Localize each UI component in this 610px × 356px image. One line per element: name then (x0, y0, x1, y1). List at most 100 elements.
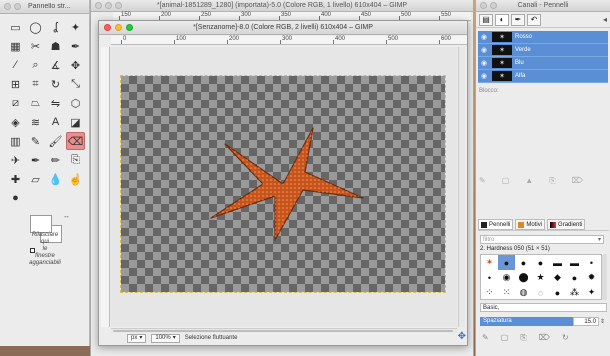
text-icon[interactable]: A (46, 113, 65, 131)
paintbrush-icon[interactable]: 🖌 (46, 132, 65, 150)
unit-select[interactable]: px ▾ (127, 333, 147, 343)
warp-icon[interactable]: ≋ (26, 113, 45, 131)
perspective-clone-icon[interactable]: ⏥ (26, 170, 45, 188)
channels-tab-icon[interactable]: ◐ (495, 13, 509, 26)
brush-item[interactable]: ◆ (549, 270, 566, 285)
image-vertical-ruler[interactable] (101, 47, 110, 327)
brush-item[interactable]: ★ (532, 270, 549, 285)
channel-row[interactable]: ◉ ✶ Blu (478, 57, 608, 70)
spin-icon[interactable]: ⇕ (599, 318, 606, 325)
foreground-color-swatch[interactable] (30, 215, 52, 233)
edit-brush-icon[interactable]: ✎ (482, 333, 489, 343)
mypaint-brush-icon[interactable]: ✏ (46, 151, 65, 169)
move-icon[interactable]: ✥ (66, 56, 85, 74)
new-channel-icon[interactable]: ▢ (502, 176, 510, 186)
canvas[interactable] (111, 47, 457, 327)
transparent-layer[interactable] (120, 75, 446, 293)
brush-item[interactable]: ◍ (515, 285, 532, 300)
brush-item[interactable]: • (481, 270, 498, 285)
undo-tab-icon[interactable]: ↶ (527, 13, 541, 26)
brush-item[interactable]: ▬ (566, 255, 583, 270)
tab-gradients[interactable]: Gradienti (547, 219, 586, 230)
brush-item[interactable]: ✶ (481, 255, 498, 270)
visibility-eye-icon[interactable]: ◉ (481, 72, 489, 80)
heal-icon[interactable]: ✚ (6, 170, 25, 188)
navigate-icon[interactable]: ✥ (458, 331, 466, 342)
brush-scrollbar[interactable] (602, 254, 607, 300)
shear-icon[interactable]: ⧄ (6, 94, 25, 112)
foreground-select-icon[interactable]: ☗ (46, 37, 65, 55)
brush-item[interactable]: ✦ (583, 285, 600, 300)
layers-tab-icon[interactable]: ▤ (479, 13, 493, 26)
dodge-burn-icon[interactable]: ● (6, 189, 25, 207)
paths-tab-icon[interactable]: ✒ (511, 13, 525, 26)
brush-item[interactable]: ▬ (549, 255, 566, 270)
brush-item[interactable]: ⬤ (515, 270, 532, 285)
image-horizontal-ruler[interactable]: 0 100 200 300 400 500 600 (111, 36, 467, 45)
spacing-value[interactable]: 15.0 (573, 316, 599, 326)
cage-icon[interactable]: ⬡ (66, 94, 85, 112)
color-picker-icon[interactable]: ⁄ (6, 56, 25, 74)
align-icon[interactable]: ⊞ (6, 75, 25, 93)
brush-item[interactable]: ⁂ (566, 285, 583, 300)
rect-select-icon[interactable]: ▭ (6, 18, 25, 36)
refresh-brushes-icon[interactable]: ↻ (562, 333, 569, 343)
channel-row[interactable]: ◉ ✶ Verde (478, 44, 608, 57)
flip-icon[interactable]: ⇋ (46, 94, 65, 112)
tab-menu-icon[interactable]: ◂ (603, 15, 607, 24)
brush-item[interactable]: ● (515, 255, 532, 270)
new-brush-icon[interactable]: ▢ (501, 333, 509, 343)
swap-colors-icon[interactable]: ↔ (63, 213, 70, 220)
brush-tag-filter[interactable]: filtro ▾ (480, 235, 604, 244)
minimize-button[interactable] (14, 3, 21, 10)
brush-item[interactable]: ● (532, 255, 549, 270)
spacing-control[interactable]: Spaziatura 15.0 ⇕ (480, 316, 606, 326)
pencil-icon[interactable]: ✎ (26, 132, 45, 150)
brush-item[interactable]: ⁘ (481, 285, 498, 300)
brush-item[interactable]: ⁙ (498, 285, 515, 300)
visibility-eye-icon[interactable]: ◉ (481, 33, 489, 41)
airbrush-icon[interactable]: ✈ (6, 151, 25, 169)
close-button[interactable] (4, 3, 11, 10)
brush-item[interactable]: ● (566, 270, 583, 285)
channel-row[interactable]: ◉ ✶ Alfa (478, 70, 608, 83)
smudge-icon[interactable]: ☝ (66, 170, 85, 188)
delete-brush-icon[interactable]: ⌦ (539, 333, 550, 343)
rotate-icon[interactable]: ↻ (46, 75, 65, 93)
brush-item[interactable]: ◌ (532, 285, 549, 300)
measure-icon[interactable]: ∡ (46, 56, 65, 74)
duplicate-brush-icon[interactable]: ⎘ (520, 333, 526, 343)
zoom-icon[interactable]: ⌕ (26, 56, 45, 74)
bucket-fill-icon[interactable]: ◪ (66, 113, 85, 131)
duplicate-channel-icon[interactable]: ⎘ (549, 176, 555, 186)
channel-row[interactable]: ◉ ✶ Rosso (478, 31, 608, 44)
ink-icon[interactable]: ✒ (26, 151, 45, 169)
raise-channel-icon[interactable]: ▲ (525, 176, 533, 186)
tab-patterns[interactable]: Motivi (515, 219, 546, 230)
tab-brushes[interactable]: Pennelli (478, 219, 514, 230)
eraser-icon[interactable]: ⌫ (66, 132, 85, 150)
visibility-eye-icon[interactable]: ◉ (481, 59, 489, 67)
blur-icon[interactable]: 💧 (46, 170, 65, 188)
edit-channel-icon[interactable]: ✎ (479, 176, 486, 186)
clone-icon[interactable]: ⎘ (66, 151, 85, 169)
brush-item[interactable]: ● (498, 255, 515, 270)
perspective-icon[interactable]: ⏢ (26, 94, 45, 112)
color-select-icon[interactable]: ▦ (6, 37, 25, 55)
fuzzy-select-icon[interactable]: ✦ (66, 18, 85, 36)
brush-item[interactable]: • (583, 255, 600, 270)
visibility-eye-icon[interactable]: ◉ (481, 46, 489, 54)
paths-icon[interactable]: ✒ (66, 37, 85, 55)
unified-transform-icon[interactable]: ◈ (6, 113, 25, 131)
brush-preset[interactable]: Basic, (480, 303, 607, 312)
free-select-icon[interactable]: ʆ (46, 18, 65, 36)
scissors-icon[interactable]: ✂ (26, 37, 45, 55)
brush-item[interactable]: ● (549, 285, 566, 300)
zoom-select[interactable]: 100% ▾ (151, 333, 180, 343)
scale-icon[interactable]: ⤡ (66, 75, 85, 93)
ellipse-select-icon[interactable]: ◯ (26, 18, 45, 36)
gradient-icon[interactable]: ▥ (6, 132, 25, 150)
crop-icon[interactable]: ⌗ (26, 75, 45, 93)
brush-item[interactable]: ◉ (498, 270, 515, 285)
spacing-slider[interactable]: Spaziatura (480, 316, 573, 326)
